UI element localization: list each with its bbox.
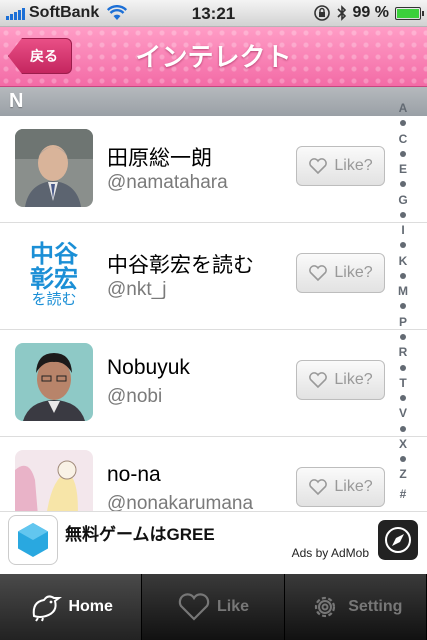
user-list: 田原総一朗 @namatahara Like? 中谷 彰宏 を読む 中谷彰宏を読… — [0, 116, 427, 511]
like-label: Like? — [334, 157, 373, 174]
list-item[interactable]: Nobuyuk @nobi Like? — [0, 330, 427, 437]
index-dot[interactable] — [400, 211, 406, 218]
index-letter[interactable]: E — [399, 162, 407, 176]
gear-icon — [315, 596, 336, 618]
index-letter[interactable]: K — [399, 254, 408, 268]
bluetooth-icon — [336, 5, 346, 21]
index-letter[interactable]: V — [399, 406, 407, 420]
index-letter[interactable]: A — [399, 101, 408, 115]
index-dot[interactable] — [400, 272, 406, 279]
compass-icon[interactable] — [378, 520, 418, 560]
list-item[interactable]: 田原総一朗 @namatahara Like? — [0, 116, 427, 223]
battery-icon — [395, 6, 424, 20]
avatar-text-line3: を読む — [31, 291, 77, 309]
ad-app-icon — [8, 515, 58, 565]
status-right: 99 % — [313, 4, 424, 22]
index-dot[interactable] — [400, 303, 406, 310]
list-item[interactable]: no-na @nonakarumana Like? — [0, 437, 427, 511]
tab-setting[interactable]: Setting — [285, 574, 427, 640]
index-dot[interactable] — [400, 181, 406, 188]
heart-icon — [309, 372, 328, 389]
tab-bar: Home Like Setting — [0, 574, 427, 640]
index-letter[interactable]: M — [398, 284, 408, 298]
heart-icon — [309, 265, 328, 282]
navigation-bar: 戻る インテレクト — [0, 27, 427, 87]
index-dot[interactable] — [400, 395, 406, 402]
like-button[interactable]: Like? — [296, 360, 385, 400]
ad-banner[interactable]: 無料ゲームはGREE Ads by AdMob — [0, 511, 427, 574]
tab-like[interactable]: Like — [142, 574, 285, 640]
index-letter[interactable]: C — [399, 132, 408, 146]
user-handle: @nkt_j — [107, 279, 167, 300]
page-title: インテレクト — [135, 42, 292, 72]
avatar — [15, 343, 93, 421]
avatar — [15, 129, 93, 207]
like-label: Like? — [334, 264, 373, 281]
index-dot[interactable] — [400, 456, 406, 463]
heart-icon — [178, 593, 210, 621]
index-dot[interactable] — [400, 150, 406, 157]
avatar — [15, 450, 93, 511]
heart-icon — [309, 158, 328, 175]
user-name: 中谷彰宏を読む — [107, 254, 254, 277]
heart-icon — [309, 479, 328, 496]
avatar-text-line2: 彰宏 — [30, 266, 78, 294]
avatar-text-line1: 中谷 — [30, 240, 78, 268]
list-item[interactable]: 中谷 彰宏 を読む 中谷彰宏を読む @nkt_j Like? — [0, 223, 427, 330]
user-name: 田原総一朗 — [107, 147, 212, 170]
index-dot[interactable] — [400, 364, 406, 371]
tab-home-label: Home — [68, 598, 113, 615]
like-button[interactable]: Like? — [296, 253, 385, 293]
index-dot[interactable] — [400, 242, 406, 249]
battery-label: 99 % — [352, 4, 389, 21]
user-handle: @namatahara — [107, 172, 228, 193]
like-button[interactable]: Like? — [296, 146, 385, 186]
like-label: Like? — [334, 371, 373, 388]
bird-icon — [33, 595, 63, 622]
index-letter[interactable]: T — [399, 376, 406, 390]
index-dot[interactable] — [400, 333, 406, 340]
tab-setting-label: Setting — [348, 598, 403, 615]
ad-attribution: Ads by AdMob — [291, 546, 369, 560]
index-letter[interactable]: R — [399, 345, 408, 359]
user-handle: @nobi — [107, 386, 163, 407]
index-letter[interactable]: I — [401, 223, 404, 237]
avatar: 中谷 彰宏 を読む — [15, 236, 93, 314]
status-bar: SoftBank 13:21 99 % — [0, 0, 427, 27]
hexagon-icon — [18, 523, 48, 557]
like-button[interactable]: Like? — [296, 467, 385, 507]
index-letter[interactable]: G — [398, 193, 407, 207]
ad-title: 無料ゲームはGREE — [65, 525, 215, 544]
index-dot[interactable] — [400, 120, 406, 127]
index-dot[interactable] — [400, 425, 406, 432]
tab-like-label: Like — [216, 598, 249, 615]
user-name: Nobuyuk — [107, 356, 190, 379]
user-handle: @nonakarumana — [107, 493, 254, 511]
orientation-lock-icon — [313, 5, 330, 21]
tab-home[interactable]: Home — [0, 574, 143, 640]
user-name: no-na — [107, 463, 161, 486]
index-letter[interactable]: Z — [399, 467, 406, 481]
index-letter[interactable]: P — [399, 315, 407, 329]
index-letter[interactable]: X — [399, 437, 407, 451]
index-letter[interactable]: # — [400, 487, 407, 501]
section-index[interactable]: A C E G I K M P R T V X Z # — [396, 101, 410, 501]
section-header: N — [0, 87, 427, 116]
like-label: Like? — [334, 478, 373, 495]
